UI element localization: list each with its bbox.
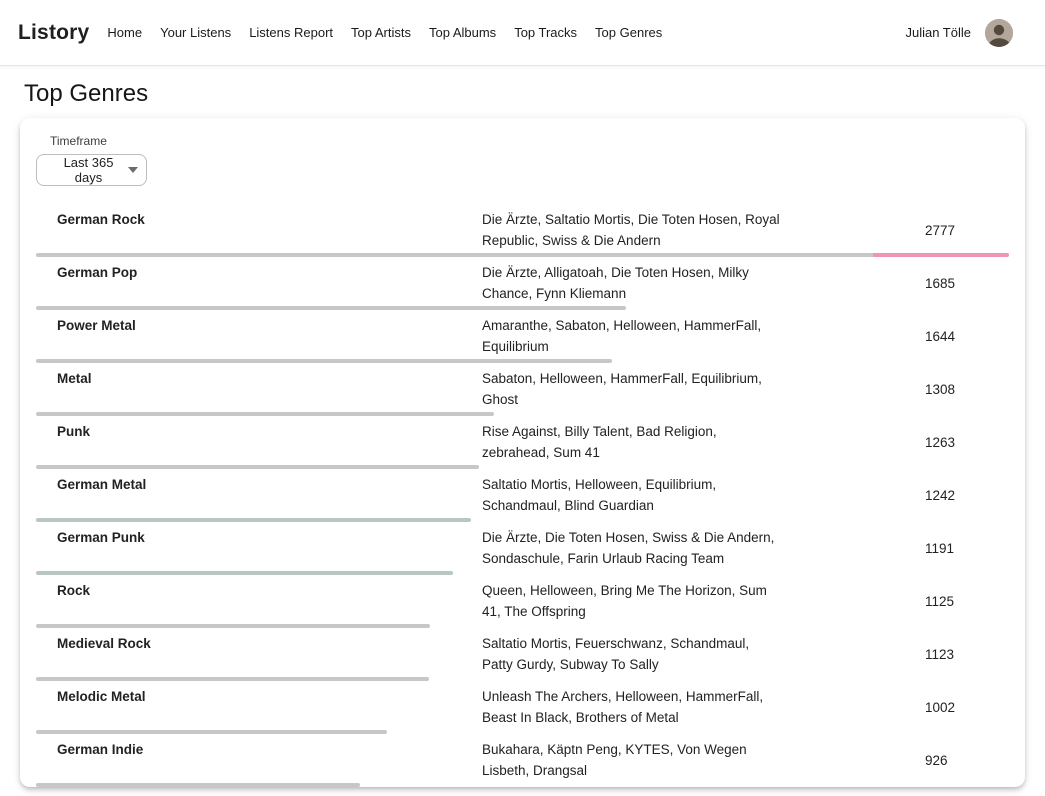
genre-name: German Indie <box>36 739 482 760</box>
genre-artists: Amaranthe, Sabaton, Helloween, HammerFal… <box>482 315 782 357</box>
genre-artists: Sabaton, Helloween, HammerFall, Equilibr… <box>482 368 782 410</box>
genre-row: Melodic Metal Unleash The Archers, Hello… <box>36 681 1009 734</box>
genre-row: German Indie Bukahara, Käptn Peng, KYTES… <box>36 734 1009 787</box>
genre-row: Metal Sabaton, Helloween, HammerFall, Eq… <box>36 363 1009 416</box>
genre-name: Metal <box>36 368 482 389</box>
user-area: Julian Tölle <box>905 19 1013 47</box>
genre-artists: Rise Against, Billy Talent, Bad Religion… <box>482 421 782 463</box>
genre-count: 1123 <box>925 647 1009 662</box>
app-bar: Listory Home Your Listens Listens Report… <box>0 0 1045 66</box>
genre-name: German Punk <box>36 527 482 548</box>
nav-top-tracks[interactable]: Top Tracks <box>514 25 577 40</box>
nav-your-listens[interactable]: Your Listens <box>160 25 231 40</box>
genre-name: Medieval Rock <box>36 633 482 654</box>
genre-name: Melodic Metal <box>36 686 482 707</box>
genre-artists: Die Ärzte, Saltatio Mortis, Die Toten Ho… <box>482 209 782 251</box>
genre-row: Rock Queen, Helloween, Bring Me The Hori… <box>36 575 1009 628</box>
genre-count: 1685 <box>925 276 1009 291</box>
nav-home[interactable]: Home <box>107 25 142 40</box>
timeframe-select-value: Last 365 days <box>49 155 128 185</box>
nav-top-artists[interactable]: Top Artists <box>351 25 411 40</box>
genre-row: German Rock Die Ärzte, Saltatio Mortis, … <box>36 204 1009 257</box>
genre-artists: Saltatio Mortis, Helloween, Equilibrium,… <box>482 474 782 516</box>
genre-name: German Metal <box>36 474 482 495</box>
chevron-down-icon <box>128 167 138 173</box>
genre-artists: Die Ärzte, Die Toten Hosen, Swiss & Die … <box>482 527 782 569</box>
nav-top-albums[interactable]: Top Albums <box>429 25 496 40</box>
timeframe-label: Timeframe <box>50 134 1009 148</box>
genre-count: 1242 <box>925 488 1009 503</box>
genre-row: German Punk Die Ärzte, Die Toten Hosen, … <box>36 522 1009 575</box>
nav-top-genres[interactable]: Top Genres <box>595 25 662 40</box>
genre-artists: Queen, Helloween, Bring Me The Horizon, … <box>482 580 782 622</box>
genre-count: 1191 <box>925 541 1009 556</box>
genre-count: 926 <box>925 753 1009 768</box>
user-name: Julian Tölle <box>905 25 971 40</box>
page-title: Top Genres <box>24 80 1045 108</box>
genre-name: German Rock <box>36 209 482 230</box>
genre-artists: Die Ärzte, Alligatoah, Die Toten Hosen, … <box>482 262 782 304</box>
genre-row: Punk Rise Against, Billy Talent, Bad Rel… <box>36 416 1009 469</box>
genre-artists: Unleash The Archers, Helloween, HammerFa… <box>482 686 782 728</box>
genre-row: German Pop Die Ärzte, Alligatoah, Die To… <box>36 257 1009 310</box>
genre-name: Power Metal <box>36 315 482 336</box>
genre-count: 1308 <box>925 382 1009 397</box>
genre-row: Medieval Rock Saltatio Mortis, Feuerschw… <box>36 628 1009 681</box>
genre-table: German Rock Die Ärzte, Saltatio Mortis, … <box>36 204 1009 787</box>
timeframe-select[interactable]: Last 365 days <box>36 154 147 186</box>
top-genres-card: Timeframe Last 365 days German Rock Die … <box>20 118 1025 787</box>
user-avatar[interactable] <box>985 19 1013 47</box>
genre-name: Punk <box>36 421 482 442</box>
genre-artists: Bukahara, Käptn Peng, KYTES, Von Wegen L… <box>482 739 782 781</box>
app-logo[interactable]: Listory <box>18 21 89 45</box>
genre-count: 1125 <box>925 594 1009 609</box>
genre-count: 2777 <box>925 223 1009 238</box>
main-nav: Home Your Listens Listens Report Top Art… <box>107 25 662 40</box>
genre-count: 1263 <box>925 435 1009 450</box>
genre-row: Power Metal Amaranthe, Sabaton, Hellowee… <box>36 310 1009 363</box>
nav-listens-report[interactable]: Listens Report <box>249 25 333 40</box>
genre-row: German Metal Saltatio Mortis, Helloween,… <box>36 469 1009 522</box>
genre-progress-bar <box>36 783 360 787</box>
avatar-photo-icon <box>985 19 1013 47</box>
genre-artists: Saltatio Mortis, Feuerschwanz, Schandmau… <box>482 633 782 675</box>
genre-count: 1644 <box>925 329 1009 344</box>
genre-name: German Pop <box>36 262 482 283</box>
genre-count: 1002 <box>925 700 1009 715</box>
genre-name: Rock <box>36 580 482 601</box>
